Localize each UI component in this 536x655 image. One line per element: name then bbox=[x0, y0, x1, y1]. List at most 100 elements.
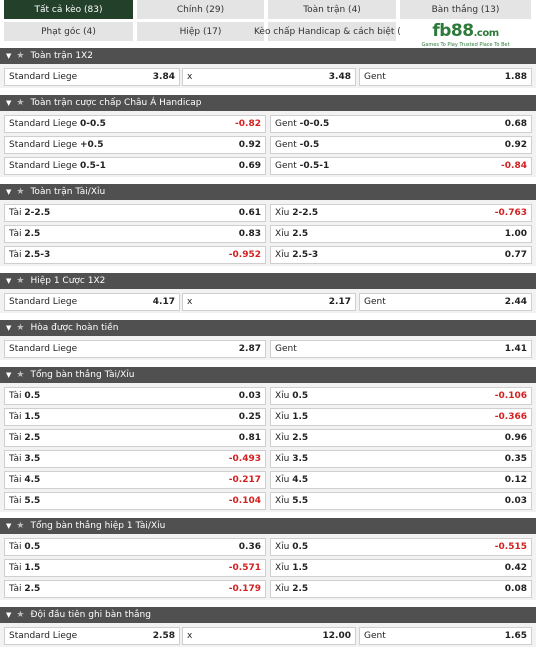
selection-name: Xỉu bbox=[275, 391, 290, 401]
handicap-line: 1.5 bbox=[292, 563, 309, 573]
selection-name: Standard Liege bbox=[9, 344, 78, 354]
handicap-line: 2.5 bbox=[24, 433, 41, 443]
collapse-chevron-icon[interactable]: ▼ bbox=[6, 324, 11, 332]
odds-cell[interactable]: Standard Liege 3.84 bbox=[4, 68, 180, 86]
collapse-chevron-icon[interactable]: ▼ bbox=[6, 522, 11, 530]
favorite-star-icon[interactable]: ★ bbox=[16, 610, 24, 620]
odds-value: -0.763 bbox=[494, 208, 527, 218]
odds-cell[interactable]: Standard Liege 4.17 bbox=[4, 293, 180, 311]
handicap-line: 0-0.5 bbox=[79, 119, 106, 129]
section-header[interactable]: ▼ ★ Hòa được hoàn tiền bbox=[0, 320, 536, 336]
favorite-star-icon[interactable]: ★ bbox=[16, 98, 24, 108]
favorite-star-icon[interactable]: ★ bbox=[16, 51, 24, 61]
odds-cell[interactable]: Tài 2.5 0.83 bbox=[4, 225, 266, 243]
odds-cell[interactable]: x 12.00 bbox=[182, 627, 356, 645]
odds-cell[interactable]: Xỉu 4.5 0.12 bbox=[270, 471, 532, 489]
tab-corners[interactable]: Phạt góc (4) bbox=[4, 22, 133, 41]
odds-cell[interactable]: Tài 0.5 0.03 bbox=[4, 387, 266, 405]
section-header[interactable]: ▼ ★ Hiệp 1 Cược 1X2 bbox=[0, 273, 536, 289]
odds-cell[interactable]: Gent -0.5-1 -0.84 bbox=[270, 157, 532, 175]
odds-cell[interactable]: Xỉu 2-2.5 -0.763 bbox=[270, 204, 532, 222]
odds-cell[interactable]: Xỉu 0.5 -0.515 bbox=[270, 538, 532, 556]
odds-value: -0.515 bbox=[494, 542, 527, 552]
section-header[interactable]: ▼ ★ Tổng bàn thắng hiệp 1 Tài/Xỉu bbox=[0, 518, 536, 534]
favorite-star-icon[interactable]: ★ bbox=[16, 370, 24, 380]
odds-cell[interactable]: Xỉu 1.5 -0.366 bbox=[270, 408, 532, 426]
section-header[interactable]: ▼ ★ Tổng bàn thắng Tài/Xỉu bbox=[0, 367, 536, 383]
odds-cell[interactable]: Tài 3.5 -0.493 bbox=[4, 450, 266, 468]
odds-cell[interactable]: Tài 2.5 -0.179 bbox=[4, 580, 266, 598]
tab-full-match[interactable]: Toàn trận (4) bbox=[268, 0, 396, 19]
odds-cell[interactable]: Standard Liege 2.58 bbox=[4, 627, 180, 645]
odds-cell[interactable]: Xỉu 2.5 0.08 bbox=[270, 580, 532, 598]
section-header[interactable]: ▼ ★ Toàn trận 1X2 bbox=[0, 48, 536, 64]
odds-value: -0.571 bbox=[228, 563, 261, 573]
section-header[interactable]: ▼ ★ Toàn trận Tài/Xỉu bbox=[0, 184, 536, 200]
odds-cell[interactable]: Xỉu 5.5 0.03 bbox=[270, 492, 532, 510]
odds-cell[interactable]: Standard Liege +0.5 0.92 bbox=[4, 136, 266, 154]
odds-cell[interactable]: x 3.48 bbox=[182, 68, 356, 86]
odds-cell[interactable]: Tài 2.5-3 -0.952 bbox=[4, 246, 266, 264]
handicap-line: 1.5 bbox=[292, 412, 309, 422]
logo-domain: .com bbox=[473, 27, 500, 39]
odds-value: -0.952 bbox=[228, 250, 261, 260]
odds-cell[interactable]: Xỉu 0.5 -0.106 bbox=[270, 387, 532, 405]
favorite-star-icon[interactable]: ★ bbox=[16, 323, 24, 333]
odds-cell[interactable]: Gent 1.88 bbox=[359, 68, 532, 86]
section-header[interactable]: ▼ ★ Toàn trận cược chấp Châu Á Handicap bbox=[0, 95, 536, 111]
odds-cell[interactable]: Tài 5.5 -0.104 bbox=[4, 492, 266, 510]
odds-value: 0.83 bbox=[238, 229, 261, 239]
odds-cell[interactable]: Gent 1.65 bbox=[359, 627, 532, 645]
odds-cell[interactable]: Xỉu 2.5 1.00 bbox=[270, 225, 532, 243]
tab-goals[interactable]: Bàn thắng (13) bbox=[400, 0, 531, 19]
odds-cell[interactable]: Tài 0.5 0.36 bbox=[4, 538, 266, 556]
selection-label: Standard Liege 0.5-1 bbox=[9, 161, 106, 171]
collapse-chevron-icon[interactable]: ▼ bbox=[6, 277, 11, 285]
odds-cell[interactable]: Tài 2.5 0.81 bbox=[4, 429, 266, 447]
favorite-star-icon[interactable]: ★ bbox=[16, 276, 24, 286]
handicap-line: 0.5 bbox=[24, 391, 41, 401]
handicap-line: -0.5-1 bbox=[299, 161, 330, 171]
fb88-logo[interactable]: fb88.com Games To Play Trusted Place To … bbox=[400, 22, 531, 48]
odds-value: -0.82 bbox=[235, 119, 261, 129]
odds-cell[interactable]: Gent -0-0.5 0.68 bbox=[270, 115, 532, 133]
odds-cell[interactable]: Gent -0.5 0.92 bbox=[270, 136, 532, 154]
odds-cell[interactable]: Xỉu 1.5 0.42 bbox=[270, 559, 532, 577]
selection-label: Xỉu 2-2.5 bbox=[275, 208, 318, 218]
tab-main[interactable]: Chính (29) bbox=[137, 0, 264, 19]
collapse-chevron-icon[interactable]: ▼ bbox=[6, 371, 11, 379]
favorite-star-icon[interactable]: ★ bbox=[16, 187, 24, 197]
odds-cell[interactable]: Xỉu 2.5 0.96 bbox=[270, 429, 532, 447]
odds-value: -0.104 bbox=[228, 496, 261, 506]
odds-cell[interactable]: Tài 1.5 0.25 bbox=[4, 408, 266, 426]
tab-half[interactable]: Hiệp (17) bbox=[137, 22, 264, 41]
market-tabs: Tất cả kèo (83) Chính (29) Toàn trận (4)… bbox=[0, 0, 536, 48]
selection-name: Tài bbox=[9, 475, 22, 485]
odds-cell[interactable]: Gent 2.44 bbox=[359, 293, 532, 311]
odds-cell[interactable]: Standard Liege 2.87 bbox=[4, 340, 266, 358]
odds-cell[interactable]: Tài 1.5 -0.571 bbox=[4, 559, 266, 577]
odds-cell[interactable]: Xỉu 3.5 0.35 bbox=[270, 450, 532, 468]
collapse-chevron-icon[interactable]: ▼ bbox=[6, 52, 11, 60]
selection-name: x bbox=[187, 72, 193, 82]
handicap-line: 2.5 bbox=[292, 229, 309, 239]
odds-cell[interactable]: x 2.17 bbox=[182, 293, 356, 311]
collapse-chevron-icon[interactable]: ▼ bbox=[6, 611, 11, 619]
favorite-star-icon[interactable]: ★ bbox=[16, 521, 24, 531]
selection-name: Tài bbox=[9, 454, 22, 464]
odds-cell[interactable]: Gent 1.41 bbox=[270, 340, 532, 358]
odds-cell[interactable]: Standard Liege 0.5-1 0.69 bbox=[4, 157, 266, 175]
collapse-chevron-icon[interactable]: ▼ bbox=[6, 188, 11, 196]
tab-handicap-margin[interactable]: Kèo chấp Handicap & cách biệt (3) bbox=[254, 22, 410, 41]
selection-name: Tài bbox=[9, 412, 22, 422]
odds-cell[interactable]: Xỉu 2.5-3 0.77 bbox=[270, 246, 532, 264]
selection-name: Gent bbox=[275, 161, 297, 171]
selection-name: Tài bbox=[9, 542, 22, 552]
odds-cell[interactable]: Standard Liege 0-0.5 -0.82 bbox=[4, 115, 266, 133]
odds-cell[interactable]: Tài 2-2.5 0.61 bbox=[4, 204, 266, 222]
odds-cell[interactable]: Tài 4.5 -0.217 bbox=[4, 471, 266, 489]
collapse-chevron-icon[interactable]: ▼ bbox=[6, 99, 11, 107]
tab-all-markets[interactable]: Tất cả kèo (83) bbox=[4, 0, 133, 19]
odds-value: 2.17 bbox=[328, 297, 351, 307]
section-header[interactable]: ▼ ★ Đội đầu tiên ghi bàn thắng bbox=[0, 607, 536, 623]
